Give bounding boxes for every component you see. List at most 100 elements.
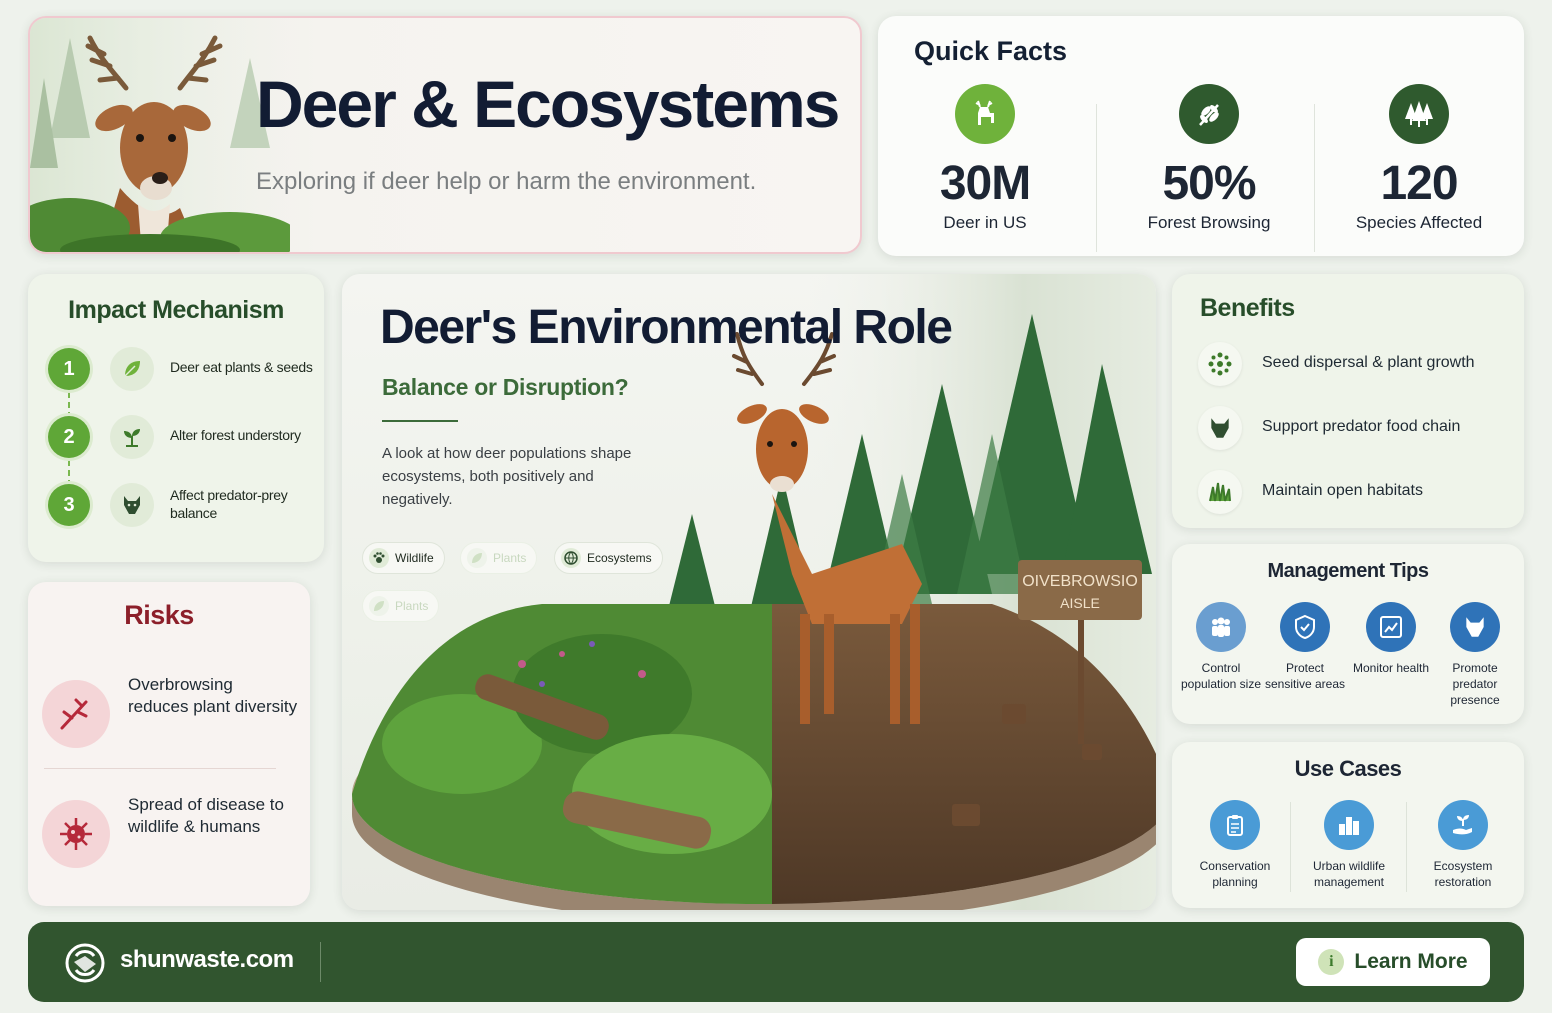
tip-label: Control population size: [1180, 661, 1262, 691]
benefit-label: Maintain open habitats: [1262, 482, 1423, 499]
use-case-label: Conservation planning: [1199, 859, 1271, 889]
wolf-icon: [1450, 602, 1500, 652]
risks-panel: Risks Overbrowsing reduces plant diversi…: [28, 582, 310, 906]
tip-label: Promote predator presence: [1450, 661, 1500, 707]
hand-sprout-icon: [1438, 800, 1488, 850]
leaf-icon: [110, 347, 154, 391]
center-title: Deer's Environmental Role: [380, 301, 953, 354]
use-case-item: Ecosystem restoration: [1408, 800, 1518, 890]
wolf-icon: [110, 483, 154, 527]
tip-item: Protect sensitive areas: [1262, 602, 1348, 692]
benefit-item: Seed dispersal & plant growth: [1198, 342, 1518, 386]
chip-label: Wildlife: [395, 551, 434, 565]
step-number: 1: [48, 348, 90, 390]
benefit-item: Support predator food chain: [1198, 406, 1518, 450]
tip-label: Protect sensitive areas: [1264, 661, 1346, 691]
grass-icon: [1198, 470, 1242, 514]
fact-value: 30M: [939, 157, 1031, 210]
chip-label: Plants: [493, 551, 527, 565]
fact-forest-browsing: 50% Forest Browsing: [1104, 84, 1314, 233]
tip-item: Control population size: [1178, 602, 1264, 692]
benefit-label: Support predator food chain: [1262, 418, 1461, 435]
step-number: 2: [48, 416, 90, 458]
trees-icon: [1389, 84, 1449, 144]
fact-species-affected: 120 Species Affected: [1314, 84, 1524, 233]
quick-facts-panel: Quick Facts 30M Deer in US 50% Forest Br…: [878, 16, 1524, 256]
risk-label: Spread of disease to wildlife & humans: [128, 795, 284, 836]
broken-branch-icon: [42, 680, 110, 748]
divider: [320, 942, 321, 982]
recycle-globe-logo-icon: [65, 943, 105, 983]
step-number: 3: [48, 484, 90, 526]
sprout-icon: [110, 415, 154, 459]
fact-label: Forest Browsing: [1147, 213, 1271, 232]
tag-chip-wildlife[interactable]: Wildlife: [362, 542, 445, 574]
chip-label: Plants: [395, 599, 429, 613]
use-case-item: Conservation planning: [1180, 800, 1290, 890]
impact-heading: Impact Mechanism: [68, 296, 284, 324]
divider: [44, 768, 276, 769]
use-case-item: Urban wildlife management: [1294, 800, 1404, 890]
paw-icon: [369, 548, 389, 568]
clipboard-icon: [1210, 800, 1260, 850]
hero-title: Deer & Ecosystems: [256, 67, 840, 141]
risk-item: Overbrowsing reduces plant diversity: [42, 674, 302, 754]
tip-item: Monitor health: [1348, 602, 1434, 676]
risks-heading: Risks: [124, 600, 194, 630]
step-label: Alter forest understory: [170, 427, 301, 443]
hero-subtitle: Exploring if deer help or harm the envir…: [256, 168, 757, 195]
benefit-item: Maintain open habitats: [1198, 470, 1518, 514]
sign-text: OIVEBROWSIO: [1022, 573, 1138, 590]
benefit-label: Seed dispersal & plant growth: [1262, 354, 1475, 371]
wolf-icon: [1198, 406, 1242, 450]
deer-portrait-illustration: [30, 18, 290, 252]
step-label: Deer eat plants & seeds: [170, 359, 313, 375]
management-tips-panel: Management Tips Control population size …: [1172, 544, 1524, 724]
impact-step: 1 Deer eat plants & seeds: [48, 344, 318, 394]
quick-facts-heading: Quick Facts: [914, 36, 1068, 66]
impact-step: 2 Alter forest understory: [48, 412, 318, 462]
center-subtitle: Balance or Disruption?: [382, 374, 629, 400]
footer-bar: shunwaste.com i Learn More: [28, 922, 1524, 1002]
benefits-heading: Benefits: [1200, 294, 1295, 322]
fact-value: 120: [1380, 157, 1458, 210]
management-heading: Management Tips: [1267, 560, 1429, 582]
chip-label: Ecosystems: [587, 551, 652, 565]
title-underline: [382, 420, 458, 422]
leaf-icon: [369, 596, 389, 616]
shield-icon: [1280, 602, 1330, 652]
use-cases-panel: Use Cases Conservation planning Urban wi…: [1172, 742, 1524, 908]
chart-icon: [1366, 602, 1416, 652]
sign-text: AISLE: [1060, 595, 1100, 611]
brand-name: shunwaste.com: [120, 946, 294, 973]
seeds-icon: [1198, 342, 1242, 386]
impact-mechanism-panel: Impact Mechanism 1 Deer eat plants & see…: [28, 274, 324, 562]
globe-icon: [561, 548, 581, 568]
use-cases-heading: Use Cases: [1294, 756, 1402, 781]
step-label: Affect predator-prey balance: [170, 487, 288, 521]
virus-icon: [42, 800, 110, 868]
tag-chip-ecosystems[interactable]: Ecosystems: [554, 542, 663, 574]
tag-chip-plants[interactable]: Plants: [362, 590, 440, 622]
fact-label: Species Affected: [1355, 213, 1483, 232]
leaf-icon: [467, 548, 487, 568]
learn-more-label: Learn More: [1354, 950, 1468, 973]
risk-item: Spread of disease to wildlife & humans: [42, 794, 302, 874]
divider: [1406, 802, 1407, 892]
use-case-label: Ecosystem restoration: [1433, 859, 1493, 889]
tag-chip-plants[interactable]: Plants: [460, 542, 538, 574]
fact-value: 50%: [1162, 157, 1256, 210]
center-description: A look at how deer populations shape eco…: [382, 445, 632, 508]
deer-icon: [955, 84, 1015, 144]
info-icon: i: [1318, 949, 1345, 975]
people-icon: [1196, 602, 1246, 652]
sign-board: OIVEBROWSIO AISLE: [1022, 573, 1138, 611]
fact-label: Deer in US: [943, 213, 1027, 232]
divider: [1096, 104, 1097, 252]
learn-more-button[interactable]: i Learn More: [1296, 938, 1490, 986]
tip-label: Monitor health: [1352, 661, 1430, 675]
fact-deer-count: 30M Deer in US: [880, 84, 1090, 233]
benefits-panel: Benefits Seed dispersal & plant growth S…: [1172, 274, 1524, 528]
city-icon: [1324, 800, 1374, 850]
use-case-label: Urban wildlife management: [1312, 859, 1386, 889]
